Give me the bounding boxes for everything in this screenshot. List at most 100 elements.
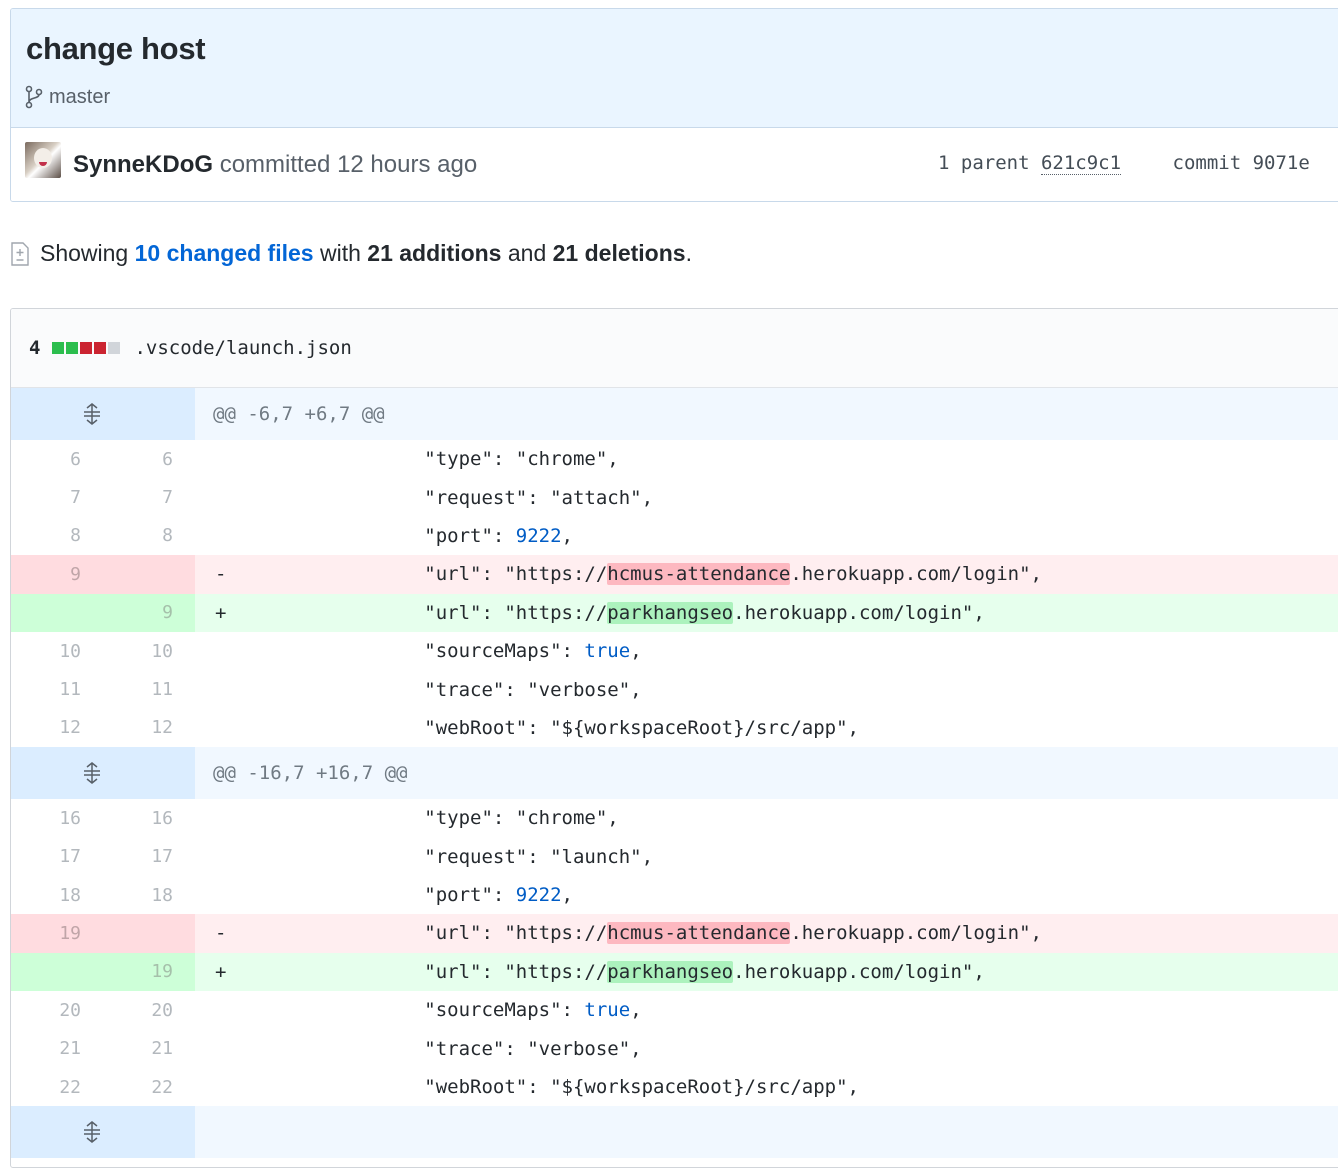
diff-sign [195,478,287,516]
old-line-number[interactable]: 22 [11,1068,103,1106]
branch-name[interactable]: master [49,86,110,109]
old-line-number[interactable]: 6 [11,440,103,478]
new-line-number[interactable]: 7 [103,478,195,516]
deletions-count: 21 deletions [552,240,686,266]
code-segment: "url": "https:// [287,922,608,945]
old-line-number[interactable]: 17 [11,838,103,876]
diff-sign: + [195,952,287,992]
diff-sign: - [195,914,287,953]
keyword-literal: true [584,999,631,1022]
unfold-icon[interactable] [80,761,104,785]
code-text: "trace": "verbose", [287,1029,1338,1067]
file-path[interactable]: .vscode/launch.json [134,337,351,359]
code-segment: , [561,884,573,907]
word-change-highlight: parkhangseo [607,960,734,983]
new-line-number[interactable]: 20 [103,991,195,1029]
context-line: 77 "request": "attach", [11,478,1338,516]
new-line-number[interactable]: 11 [103,670,195,708]
expand-button[interactable] [11,388,195,440]
git-branch-icon [25,85,43,109]
new-line-number[interactable]: 22 [103,1068,195,1106]
code-segment: "sourceMaps": [287,999,585,1022]
new-line-number[interactable]: 21 [103,1029,195,1067]
code-segment: .herokuapp.com/login", [733,960,985,983]
new-line-number[interactable]: 9 [103,593,195,632]
old-line-number[interactable]: 11 [11,670,103,708]
commit-box: change host master SynneKDoG committed 1… [10,8,1338,202]
number-literal: 9222 [515,884,562,907]
new-line-number[interactable]: 18 [103,876,195,914]
context-line: 88 "port": 9222, [11,517,1338,555]
code-text: "webRoot": "${workspaceRoot}/src/app", [287,709,1338,747]
diff-sign [195,709,287,747]
additions-count: 21 additions [367,240,502,266]
code-text: "url": "https://parkhangseo.herokuapp.co… [287,952,1338,992]
diff-sign [195,517,287,555]
code-segment: "trace": "verbose", [287,678,642,701]
commit-meta: SynneKDoG committed 12 hours ago 1 paren… [11,128,1338,201]
code-text: "request": "launch", [287,838,1338,876]
context-line: 10 10 "sourceMaps": true, [11,632,1338,670]
old-line-number[interactable]: 10 [11,632,103,670]
code-segment: "url": "https:// [287,960,608,983]
sha-block: 1 parent 621c9c1 commit 9071e [938,152,1310,175]
diff-sign [195,670,287,708]
expand-button[interactable] [11,747,195,800]
commit-label: commit [1172,152,1242,174]
unfold-icon[interactable] [80,402,104,426]
summary-and: and [507,240,547,266]
context-line: 11 11 "trace": "verbose", [11,670,1338,708]
code-text: "port": 9222, [287,876,1338,914]
unfold-icon[interactable] [80,1120,104,1144]
new-line-number[interactable] [103,555,195,594]
old-line-number[interactable]: 18 [11,876,103,914]
new-line-number[interactable]: 19 [103,952,195,992]
old-line-number[interactable]: 8 [11,517,103,555]
new-line-number[interactable]: 8 [103,517,195,555]
new-line-number[interactable]: 10 [103,632,195,670]
new-line-number[interactable]: 17 [103,838,195,876]
avatar[interactable] [25,142,61,178]
hunk-header-text: @@ -6,7 +6,7 @@ [195,388,1338,440]
added-line: 9 + "url": "https://parkhangseo.herokuapp… [11,593,1338,632]
diff-sign [195,1029,287,1067]
old-line-number[interactable]: 16 [11,799,103,837]
added-line: 19 + "url": "https://parkhangseo.herokuap… [11,952,1338,992]
code-segment: "type": "chrome", [287,448,619,471]
author-name[interactable]: SynneKDoG [73,151,213,178]
code-text: "sourceMaps": true, [287,632,1338,670]
diff-sign [195,991,287,1029]
diff-summary: Showing 10 changed files with 21 additio… [10,240,692,267]
old-line-number[interactable]: 9 [11,555,103,594]
old-line-number[interactable]: 7 [11,478,103,516]
old-line-number[interactable] [11,593,103,632]
old-line-number[interactable]: 19 [11,914,103,953]
old-line-number[interactable]: 12 [11,709,103,747]
file-header: 4 .vscode/launch.json [11,309,1338,388]
old-line-number[interactable]: 20 [11,991,103,1029]
file-diff: 4 .vscode/launch.json @@ -6,7 +6,7 @@ 6 6 … [10,308,1338,1168]
new-line-number[interactable]: 16 [103,799,195,837]
old-line-number[interactable]: 21 [11,1029,103,1067]
hunk-header-text: @@ -16,7 +16,7 @@ [195,747,1338,800]
code-segment: "webRoot": "${workspaceRoot}/src/app", [287,716,859,739]
new-line-number[interactable] [103,914,195,953]
new-line-number[interactable]: 12 [103,709,195,747]
old-line-number[interactable] [11,952,103,992]
diffstat-block-del [80,342,93,354]
diffstat-block-del [94,342,107,354]
parent-sha-link[interactable]: 621c9c1 [1040,152,1122,175]
diffstat-blocks [52,342,121,354]
number-literal: 9222 [515,524,562,547]
diff-icon [10,241,30,267]
diffstat-count: 4 [29,337,41,359]
new-line-number[interactable]: 6 [103,440,195,478]
context-line: 66 "type": "chrome", [11,440,1338,478]
context-line: 12 12 "webRoot": "${workspaceRoot}/src/ap… [11,709,1338,747]
expand-button[interactable] [11,1106,195,1159]
deleted-line: 9 - "url": "https://hcmus-attendance.hero… [11,555,1338,594]
changed-files-link[interactable]: 10 changed files [135,240,314,266]
code-text: "request": "attach", [287,478,1338,516]
code-segment: "sourceMaps": [287,640,585,663]
code-segment: , [630,999,642,1022]
